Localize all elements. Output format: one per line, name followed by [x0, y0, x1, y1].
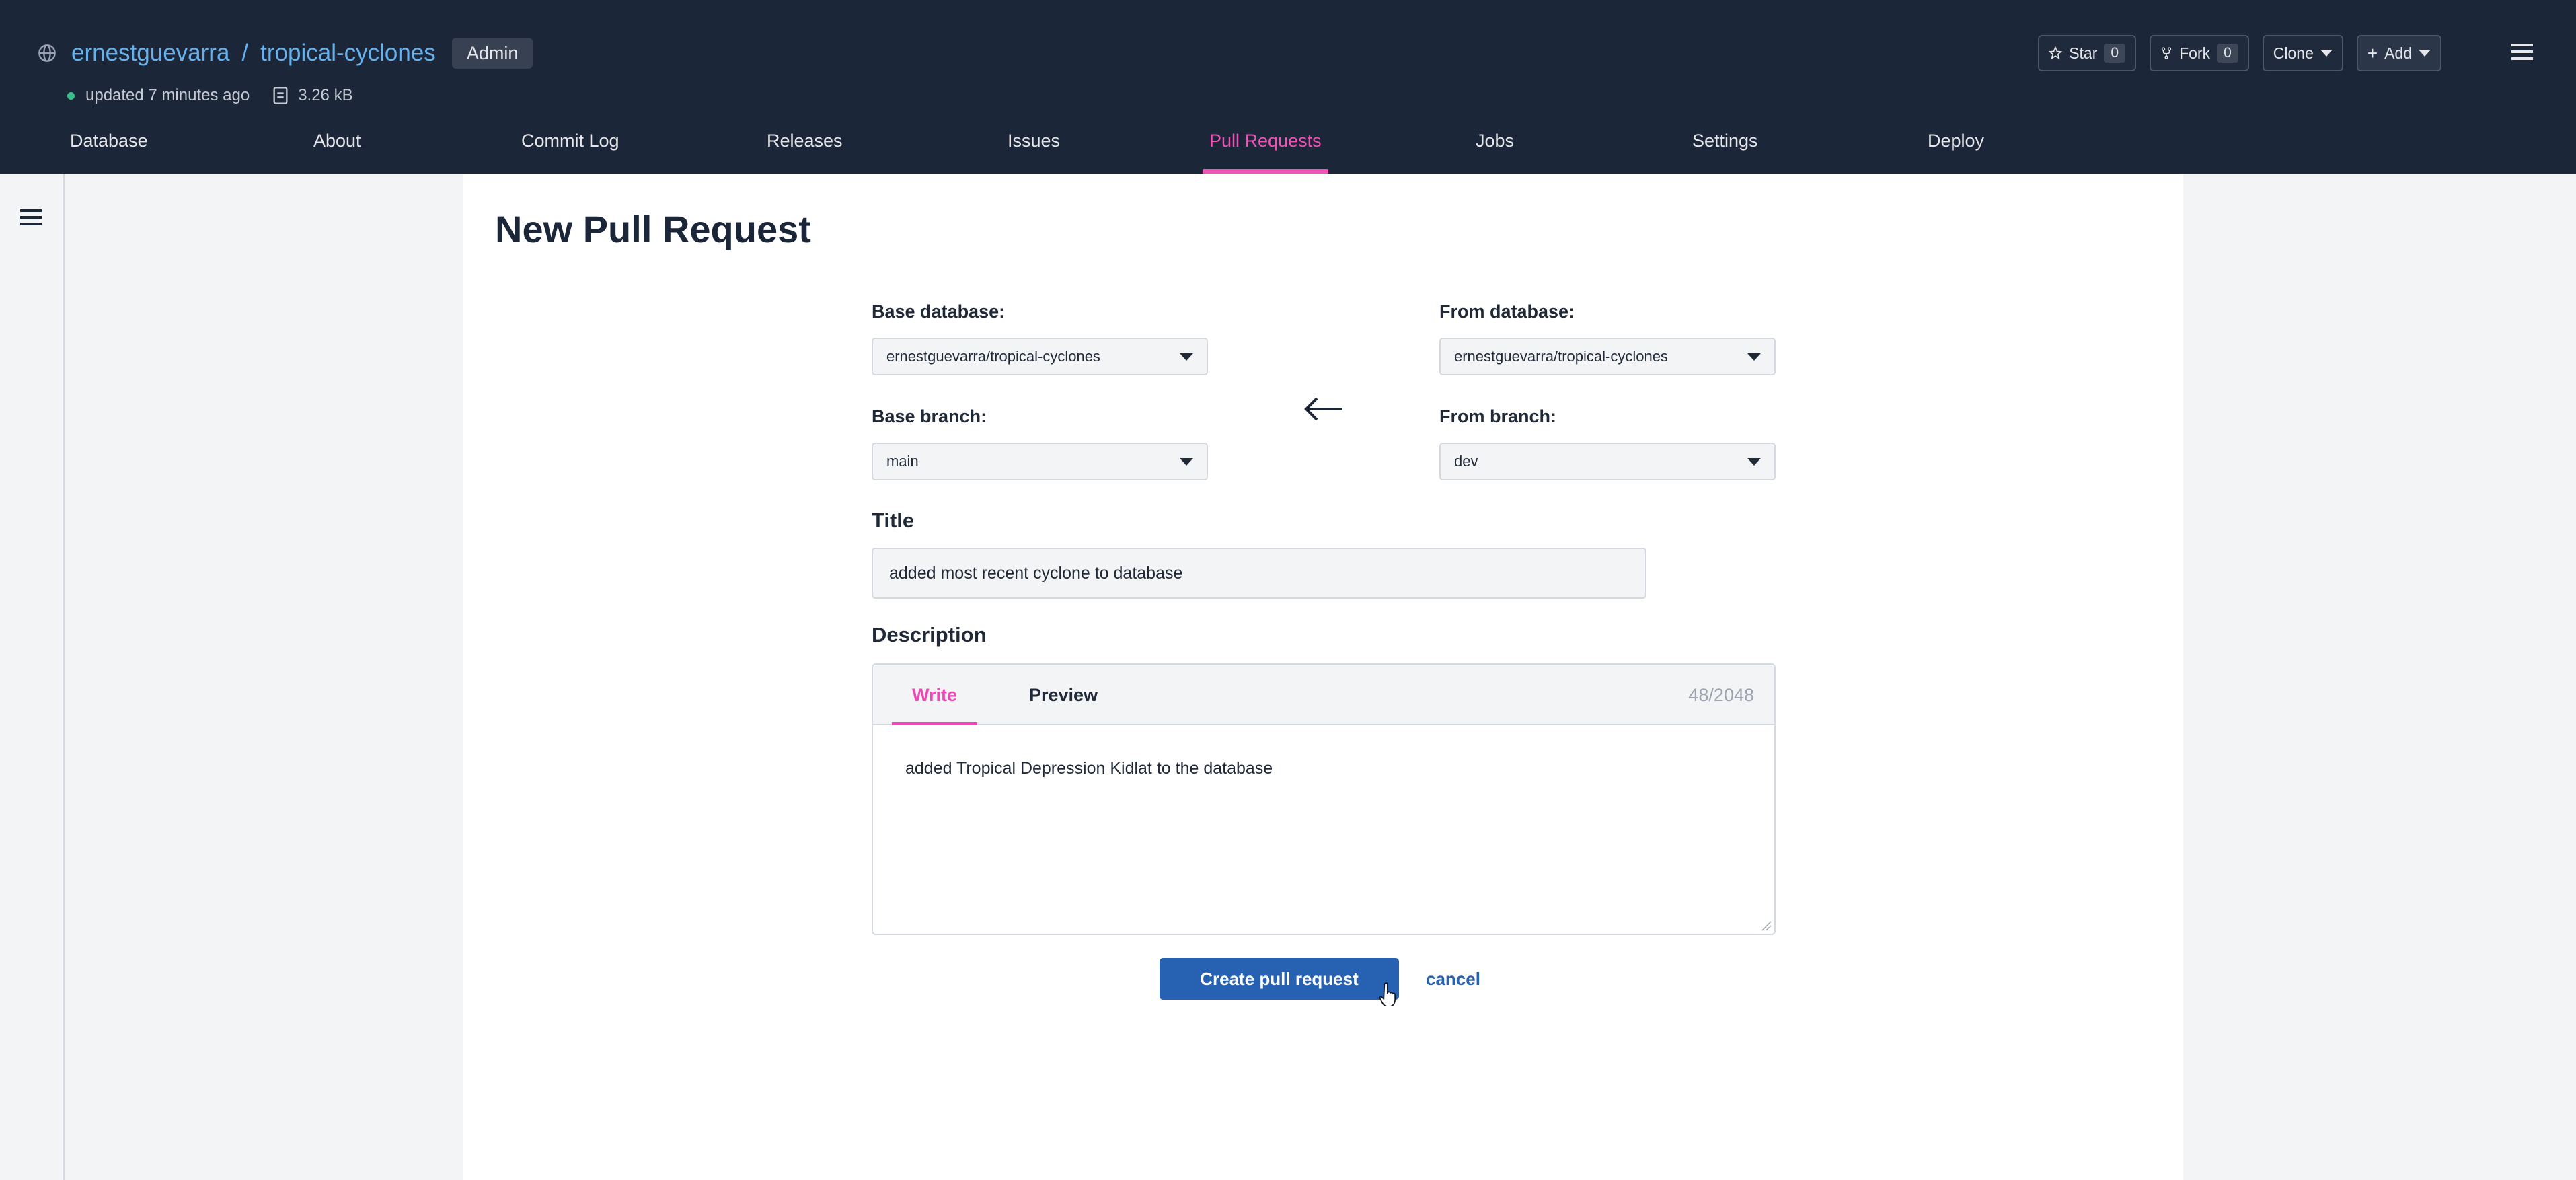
- tab-commit-log[interactable]: Commit Log: [521, 121, 619, 174]
- repo-owner-link[interactable]: ernestguevarra: [71, 34, 229, 73]
- tab-pull-requests[interactable]: Pull Requests: [1203, 121, 1328, 174]
- globe-icon: [38, 44, 56, 62]
- fork-label: Fork: [2179, 44, 2211, 62]
- star-count: 0: [2104, 44, 2126, 63]
- description-editor: Write Preview 48/2048 added Tropical Dep…: [872, 663, 1776, 935]
- clone-label: Clone: [2273, 44, 2314, 62]
- chevron-down-icon: [2320, 50, 2333, 57]
- clone-button[interactable]: Clone: [2262, 35, 2343, 71]
- updated-text: updated 7 minutes ago: [85, 86, 250, 104]
- description-tabs: Write Preview 48/2048: [873, 665, 1774, 725]
- tab-releases[interactable]: Releases: [767, 121, 843, 174]
- repo-nav: Database About Commit Log Releases Issue…: [0, 121, 2576, 174]
- tab-deploy[interactable]: Deploy: [1928, 121, 1984, 174]
- fork-count: 0: [2217, 44, 2238, 63]
- base-branch-select[interactable]: main: [872, 443, 1208, 480]
- chevron-down-icon: [1180, 353, 1193, 361]
- add-label: Add: [2384, 44, 2412, 62]
- hamburger-icon[interactable]: [2511, 43, 2533, 61]
- repo-name-link[interactable]: tropical-cyclones: [260, 34, 436, 73]
- tab-settings[interactable]: Settings: [1692, 121, 1758, 174]
- char-count: 48/2048: [1688, 685, 1754, 705]
- description-label: Description: [872, 623, 987, 647]
- chevron-down-icon: [1747, 353, 1761, 361]
- from-database-select[interactable]: ernestguevarra/tropical-cyclones: [1439, 338, 1776, 375]
- chevron-down-icon: [2419, 50, 2431, 57]
- title-label: Title: [872, 509, 915, 532]
- size-text: 3.26 kB: [298, 86, 353, 104]
- tab-about[interactable]: About: [313, 121, 361, 174]
- base-branch-value: main: [886, 453, 919, 470]
- chevron-down-icon: [1180, 457, 1193, 466]
- fork-icon: [2161, 47, 2172, 59]
- tab-database[interactable]: Database: [70, 121, 148, 174]
- repo-separator: /: [241, 40, 249, 66]
- repo-meta: updated 7 minutes ago 3.26 kB: [67, 83, 353, 108]
- from-branch-label: From branch:: [1439, 406, 1557, 427]
- base-branch-label: Base branch:: [872, 406, 987, 427]
- status-dot-icon: [67, 91, 75, 100]
- sidebar-toggle-icon[interactable]: [20, 209, 42, 226]
- cancel-link[interactable]: cancel: [1426, 958, 1480, 1000]
- repo-header: ernestguevarra / tropical-cyclones Admin…: [0, 0, 2576, 174]
- from-branch-select[interactable]: dev: [1439, 443, 1776, 480]
- create-pull-request-button[interactable]: Create pull request: [1160, 958, 1399, 1000]
- star-button[interactable]: Star 0: [2038, 35, 2137, 71]
- star-label: Star: [2069, 44, 2098, 62]
- role-badge: Admin: [451, 38, 533, 69]
- star-icon: [2049, 46, 2063, 60]
- add-button[interactable]: + Add: [2356, 35, 2441, 71]
- description-textarea[interactable]: added Tropical Depression Kidlat to the …: [905, 759, 1273, 778]
- tab-jobs[interactable]: Jobs: [1476, 121, 1514, 174]
- tab-issues[interactable]: Issues: [1008, 121, 1060, 174]
- arrow-left-icon: [1304, 397, 1342, 421]
- title-input[interactable]: [872, 548, 1646, 599]
- resize-handle-icon[interactable]: [1761, 920, 1772, 931]
- tab-preview[interactable]: Preview: [1029, 665, 1098, 725]
- left-sidebar: [0, 174, 65, 1180]
- from-database-value: ernestguevarra/tropical-cyclones: [1454, 348, 1668, 365]
- tab-write[interactable]: Write: [891, 665, 978, 725]
- base-database-label: Base database:: [872, 301, 1006, 322]
- from-database-label: From database:: [1439, 301, 1575, 322]
- page-title: New Pull Request: [495, 208, 811, 250]
- plus-icon: +: [2367, 43, 2378, 63]
- base-database-select[interactable]: ernestguevarra/tropical-cyclones: [872, 338, 1208, 375]
- from-branch-value: dev: [1454, 453, 1478, 470]
- repo-actions: Star 0 Fork 0 Clone + Add: [2038, 35, 2441, 71]
- file-size-icon: [273, 87, 288, 104]
- fork-button[interactable]: Fork 0: [2150, 35, 2249, 71]
- main-panel: New Pull Request Base database: ernestgu…: [463, 174, 2183, 1180]
- base-database-value: ernestguevarra/tropical-cyclones: [886, 348, 1100, 365]
- hand-pointer-icon: [1379, 982, 1396, 1006]
- repo-title-line: ernestguevarra / tropical-cyclones Admin: [38, 34, 533, 73]
- chevron-down-icon: [1747, 457, 1761, 466]
